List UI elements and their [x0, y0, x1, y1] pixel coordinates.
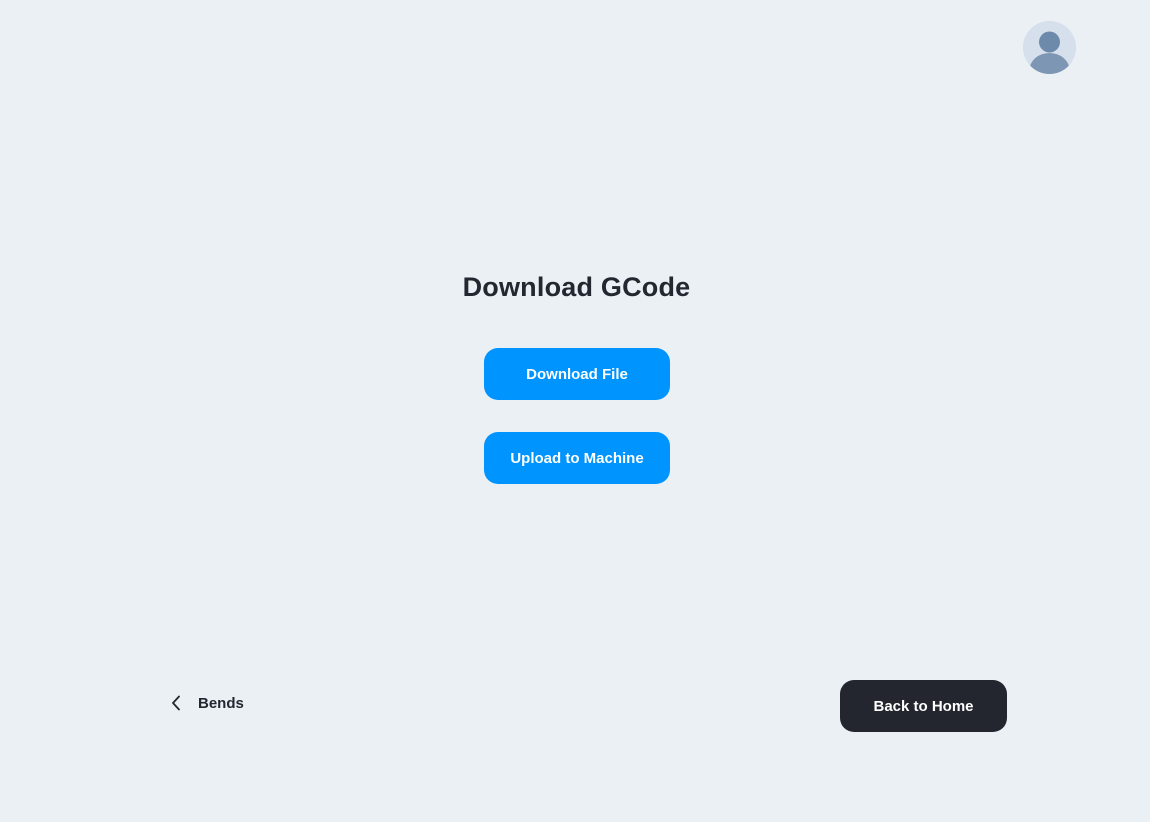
user-avatar-icon	[1023, 21, 1076, 74]
back-link-label: Bends	[198, 694, 244, 712]
page-title: Download GCode	[462, 272, 691, 302]
download-file-button[interactable]: Download File	[484, 348, 670, 400]
user-avatar[interactable]	[1023, 21, 1076, 74]
back-link-bends[interactable]: Bends	[166, 690, 244, 716]
back-to-home-button[interactable]: Back to Home	[840, 680, 1007, 732]
chevron-left-icon	[166, 693, 186, 713]
upload-to-machine-button[interactable]: Upload to Machine	[484, 432, 670, 484]
